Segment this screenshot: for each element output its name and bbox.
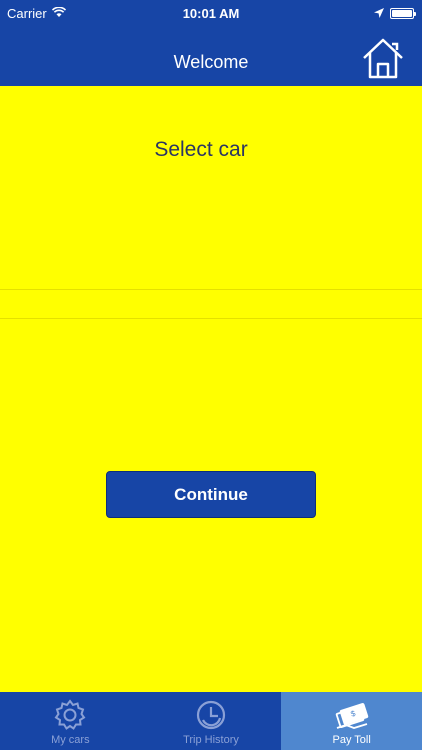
app-screen: Carrier 10:01 AM Welcome Select car Cont… <box>0 0 422 750</box>
status-bar: Carrier 10:01 AM <box>0 0 422 28</box>
continue-button[interactable]: Continue <box>106 471 316 518</box>
nav-title: Welcome <box>173 52 249 72</box>
home-icon <box>363 38 403 79</box>
pay-toll-icon: $ <box>334 698 370 732</box>
select-car-label: Select car <box>154 138 248 161</box>
tab-pay-toll[interactable]: $ Pay Toll <box>281 692 422 750</box>
tab-my-cars[interactable]: My cars <box>0 692 141 750</box>
battery-icon <box>390 8 416 19</box>
status-time: 10:01 AM <box>182 6 240 21</box>
tab-label: My cars <box>51 734 90 746</box>
trip-history-icon <box>193 698 229 732</box>
tab-label: Pay Toll <box>332 734 371 746</box>
location-icon <box>374 6 384 21</box>
tab-bar: My cars Trip History $ Pay Toll <box>0 692 422 750</box>
picker-divider-top <box>0 289 422 290</box>
status-right <box>374 6 416 21</box>
tab-trip-history[interactable]: Trip History <box>141 692 282 750</box>
home-button[interactable] <box>361 36 405 80</box>
tab-label: Trip History <box>183 734 239 746</box>
picker-divider-bottom <box>0 318 422 319</box>
gear-icon <box>52 698 88 732</box>
header: Carrier 10:01 AM Welcome <box>0 0 422 86</box>
